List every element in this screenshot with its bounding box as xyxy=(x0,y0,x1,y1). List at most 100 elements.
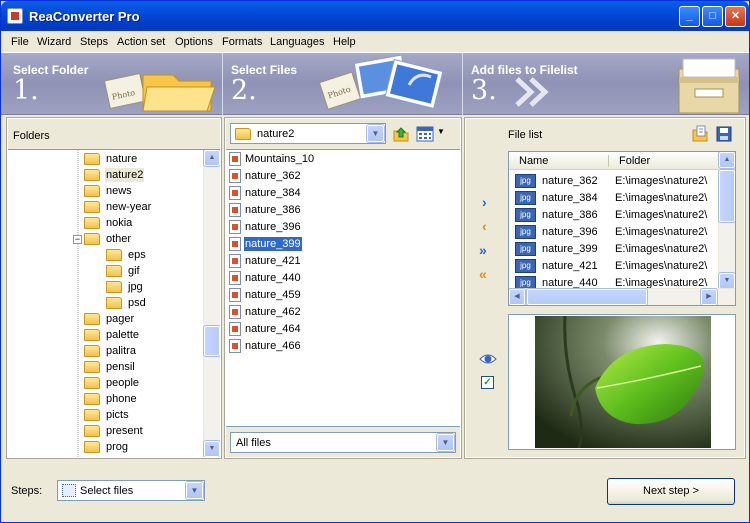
menu-wizard[interactable]: Wizard xyxy=(37,36,71,48)
preview-eye-icon[interactable] xyxy=(479,351,497,367)
menu-file[interactable]: File xyxy=(11,36,29,48)
tree-item[interactable]: psd xyxy=(106,295,147,311)
chevron-down-icon[interactable]: ▼ xyxy=(185,481,204,500)
scroll-right-icon[interactable]: ▶ xyxy=(700,288,718,305)
menu-languages[interactable]: Languages xyxy=(270,36,324,48)
file-item[interactable]: nature_396 xyxy=(229,219,302,236)
file-item[interactable]: nature_384 xyxy=(229,185,302,202)
preview-checkbox[interactable]: ✓ xyxy=(481,376,494,389)
scroll-thumb[interactable] xyxy=(203,325,220,357)
collapse-toggle[interactable]: − xyxy=(73,235,82,244)
menu-help[interactable]: Help xyxy=(333,36,356,48)
image-file-icon xyxy=(229,287,241,302)
tree-item[interactable]: pager xyxy=(84,311,135,327)
file-item[interactable]: nature_386 xyxy=(229,202,302,219)
window-title: ReaConverter Pro xyxy=(29,9,140,24)
chevron-down-icon[interactable]: ▼ xyxy=(436,433,455,452)
menu-steps[interactable]: Steps xyxy=(80,36,108,48)
filelist-table[interactable]: Name Folder jpg nature_362 E:\images\natur… xyxy=(508,151,736,306)
file-item-selected[interactable]: nature_399 xyxy=(229,235,303,253)
filelist-vscrollbar[interactable]: ▲ ▼ xyxy=(718,152,735,290)
file-list[interactable]: Mountains_10 nature_362 nature_384 natur… xyxy=(226,149,460,427)
menu-options[interactable]: Options xyxy=(175,36,213,48)
folder-icon xyxy=(84,424,100,437)
folder-photo-illustration: Photo xyxy=(103,72,216,112)
folder-tree[interactable]: nature nature2 news new-year nokia − oth… xyxy=(8,149,220,457)
steps-combo[interactable]: Select files ▼ xyxy=(57,480,205,501)
folder-icon xyxy=(84,376,100,389)
add-all-arrow-icon[interactable]: » xyxy=(479,243,487,257)
scroll-thumb[interactable] xyxy=(526,288,648,305)
folder-combo[interactable]: nature2 ▼ xyxy=(230,123,386,144)
step-select-folder[interactable]: Select Folder 1. Photo xyxy=(1,53,223,115)
tree-item[interactable]: gif xyxy=(106,263,141,279)
scroll-up-icon[interactable]: ▲ xyxy=(718,152,735,169)
title-bar[interactable]: ReaConverter Pro _ □ ✕ xyxy=(1,1,749,31)
scroll-down-icon[interactable]: ▼ xyxy=(203,440,220,457)
file-item[interactable]: nature_421 xyxy=(229,253,302,270)
tree-item[interactable]: phone xyxy=(84,391,138,407)
image-file-icon xyxy=(229,321,241,336)
minimize-button[interactable]: _ xyxy=(679,6,700,27)
file-item[interactable]: nature_440 xyxy=(229,270,302,287)
chevron-down-icon[interactable]: ▼ xyxy=(366,124,385,143)
tree-item[interactable]: pensil xyxy=(84,359,136,375)
tree-item[interactable]: present xyxy=(84,423,144,439)
filelist-panel: File list › ‹ » « ✓ Name Folder jpg natur… xyxy=(464,117,746,459)
tree-item[interactable]: palitra xyxy=(84,343,137,359)
file-item[interactable]: nature_464 xyxy=(229,321,302,338)
scroll-up-icon[interactable]: ▲ xyxy=(203,150,220,167)
remove-file-arrow-icon[interactable]: ‹ xyxy=(482,219,487,233)
menu-action-set[interactable]: Action set xyxy=(117,36,165,48)
tree-item[interactable]: jpg xyxy=(106,279,144,295)
tree-item[interactable]: nature xyxy=(84,151,138,167)
folder-tree-scrollbar[interactable]: ▲ ▼ xyxy=(203,150,220,457)
folder-up-icon[interactable] xyxy=(392,125,410,143)
folder-icon xyxy=(84,392,100,405)
tree-item[interactable]: eps xyxy=(106,247,147,263)
file-item[interactable]: Mountains_10 xyxy=(229,151,315,168)
save-list-icon[interactable] xyxy=(715,125,733,143)
scroll-left-icon[interactable]: ◀ xyxy=(509,288,526,305)
file-item[interactable]: nature_459 xyxy=(229,287,302,304)
menu-bar: File Wizard Steps Action set Options For… xyxy=(1,31,749,53)
file-item[interactable]: nature_466 xyxy=(229,338,302,355)
next-step-button[interactable]: Next step > xyxy=(607,478,735,505)
folder-icon xyxy=(84,152,100,165)
maximize-button[interactable]: □ xyxy=(702,6,723,27)
filelist-hscrollbar[interactable]: ◀ ▶ xyxy=(509,288,735,305)
view-dropdown-icon[interactable]: ▼ xyxy=(437,127,445,136)
folder-icon xyxy=(106,296,122,309)
column-folder-header[interactable]: Folder xyxy=(619,155,650,167)
folder-icon xyxy=(106,264,122,277)
double-chevron-icon xyxy=(515,77,549,107)
step-select-files[interactable]: Select Files 2. Photo xyxy=(223,53,463,115)
file-item[interactable]: nature_462 xyxy=(229,304,302,321)
image-file-icon xyxy=(229,253,241,268)
close-button[interactable]: ✕ xyxy=(725,6,746,27)
tree-item[interactable]: nokia xyxy=(84,215,133,231)
tree-item[interactable]: palette xyxy=(84,327,140,343)
add-file-arrow-icon[interactable]: › xyxy=(482,195,487,209)
table-header: Name Folder xyxy=(509,152,719,170)
menu-formats[interactable]: Formats xyxy=(222,36,262,48)
tree-item[interactable]: other xyxy=(84,231,132,247)
folder-icon xyxy=(84,168,100,181)
tree-item[interactable]: people xyxy=(84,375,140,391)
tree-item[interactable]: new-year xyxy=(84,199,152,215)
remove-all-arrow-icon[interactable]: « xyxy=(479,267,487,281)
tree-item[interactable]: prog xyxy=(84,439,129,455)
tree-item[interactable]: news xyxy=(84,183,133,199)
column-name-header[interactable]: Name xyxy=(519,155,548,167)
scroll-thumb[interactable] xyxy=(718,169,735,223)
view-mode-icon[interactable] xyxy=(416,125,434,143)
load-list-icon[interactable] xyxy=(691,125,709,143)
file-item[interactable]: nature_362 xyxy=(229,168,302,185)
step-add-to-filelist[interactable]: Add files to Filelist 3. xyxy=(463,53,749,115)
scroll-down-icon[interactable]: ▼ xyxy=(718,272,735,290)
tree-item[interactable]: picts xyxy=(84,407,130,423)
file-filter-combo[interactable]: All files ▼ xyxy=(230,432,456,453)
app-icon[interactable] xyxy=(7,8,23,24)
step-number: 3. xyxy=(471,75,497,106)
tree-item-selected[interactable]: nature2 xyxy=(84,167,145,183)
